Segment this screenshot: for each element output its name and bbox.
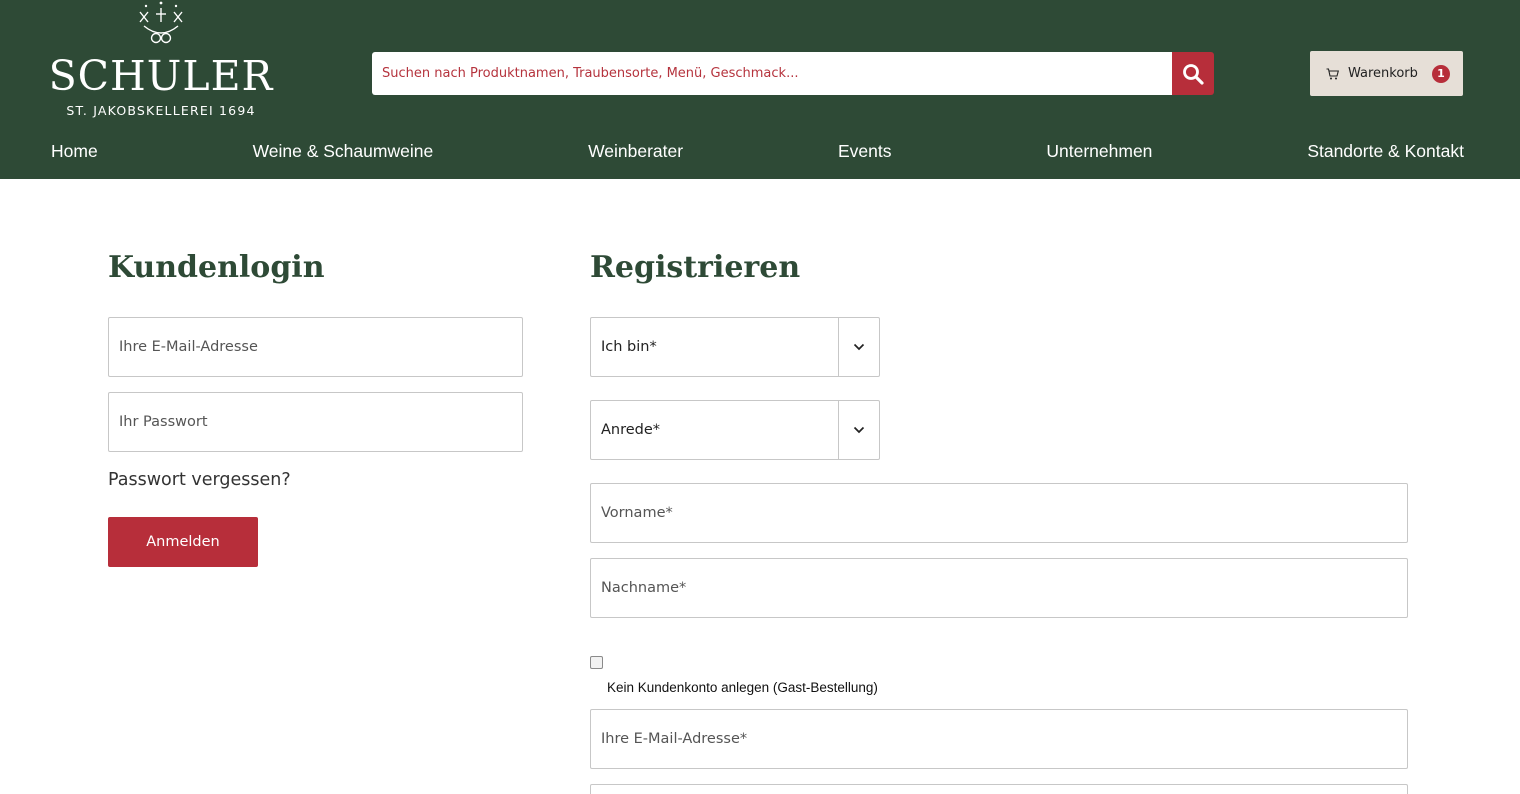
register-email-field[interactable]: Ihre E-Mail-Adresse* (590, 709, 1408, 769)
logo-wordmark: SCHULER (48, 52, 274, 100)
search-bar (372, 52, 1214, 95)
cart-button[interactable]: Warenkorb 1 (1310, 51, 1463, 96)
cart-icon (1326, 67, 1339, 79)
nav-item-weinberater[interactable]: Weinberater (588, 140, 683, 164)
login-email-placeholder: Ihre E-Mail-Adresse (119, 339, 258, 355)
chevron-down-icon (853, 426, 865, 434)
search-input[interactable] (372, 52, 1172, 95)
nav-item-standorte[interactable]: Standorte & Kontakt (1307, 140, 1464, 164)
lastname-placeholder: Nachname* (601, 580, 687, 596)
customer-type-select[interactable]: Ich bin* (590, 317, 880, 377)
nav-item-events[interactable]: Events (838, 140, 892, 164)
customer-type-value: Ich bin* (601, 339, 657, 355)
emblem-icon (139, 1, 183, 44)
login-password-field[interactable]: Ihr Passwort (108, 392, 523, 452)
select-toggle (838, 318, 879, 376)
login-email-field[interactable]: Ihre E-Mail-Adresse (108, 317, 523, 377)
register-email-placeholder: Ihre E-Mail-Adresse* (601, 731, 748, 747)
login-button[interactable]: Anmelden (108, 517, 258, 567)
nav-item-home[interactable]: Home (51, 140, 98, 164)
nav-item-unternehmen[interactable]: Unternehmen (1046, 140, 1152, 164)
firstname-placeholder: Vorname* (601, 505, 673, 521)
chevron-down-icon (853, 343, 865, 351)
login-title: Kundenlogin (108, 250, 325, 285)
salutation-select[interactable]: Anrede* (590, 400, 880, 460)
guest-checkout-checkbox[interactable] (590, 656, 603, 669)
brand-logo[interactable]: SCHULER ST. JAKOBSKELLEREI 1694 (44, 0, 278, 124)
search-icon (1183, 63, 1204, 85)
register-title: Registrieren (590, 250, 801, 285)
guest-checkout-label[interactable]: Kein Kundenkonto anlegen (Gast-Bestellun… (607, 680, 878, 695)
register-next-field[interactable] (590, 784, 1408, 794)
select-toggle (838, 401, 879, 459)
lastname-field[interactable]: Nachname* (590, 558, 1408, 618)
cart-label: Warenkorb (1348, 66, 1418, 81)
logo-subline: ST. JAKOBSKELLEREI 1694 (66, 103, 256, 118)
site-header: SCHULER ST. JAKOBSKELLEREI 1694 Warenkor… (0, 0, 1520, 179)
nav-item-weine[interactable]: Weine & Schaumweine (253, 140, 434, 164)
cart-count-badge: 1 (1431, 64, 1450, 83)
main-nav: Home Weine & Schaumweine Weinberater Eve… (51, 140, 1464, 164)
forgot-password-link[interactable]: Passwort vergessen? (108, 470, 291, 490)
login-password-placeholder: Ihr Passwort (119, 414, 208, 430)
search-button[interactable] (1172, 52, 1214, 95)
firstname-field[interactable]: Vorname* (590, 483, 1408, 543)
salutation-value: Anrede* (601, 422, 661, 438)
